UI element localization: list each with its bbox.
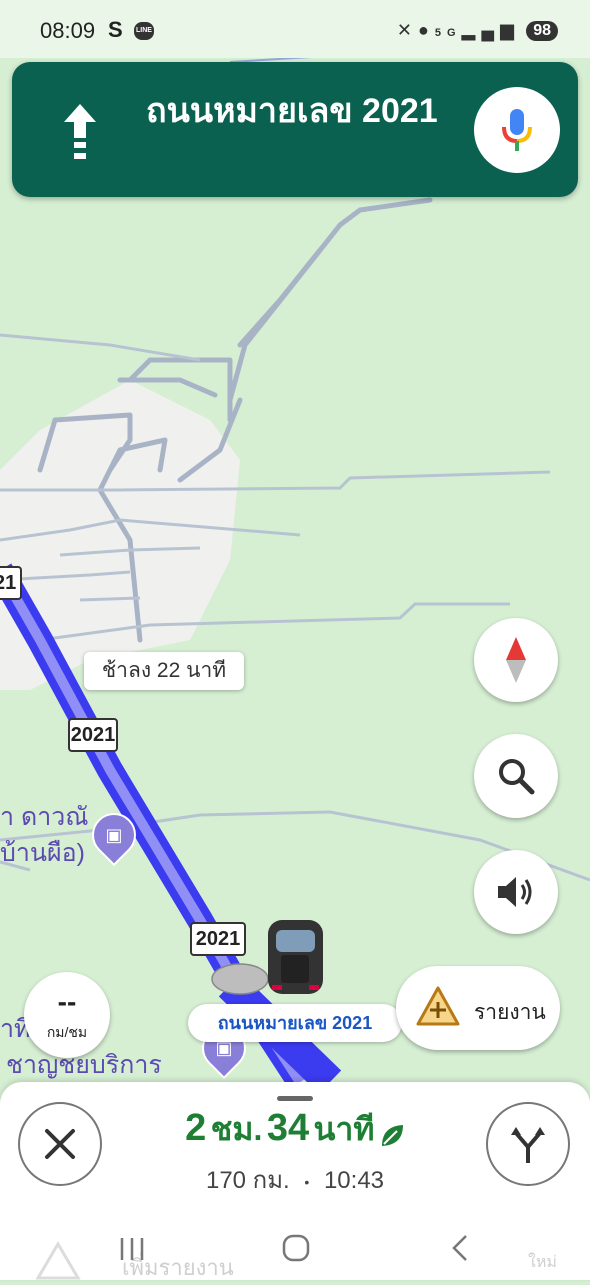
sheet-drag-handle[interactable] (277, 1096, 313, 1101)
traffic-delay-callout[interactable]: ช้าลง 22 นาที (84, 652, 244, 690)
s-app-icon: S (108, 17, 123, 42)
home-icon[interactable] (276, 1228, 316, 1268)
route-split-icon (511, 1127, 545, 1163)
trip-separator: • (304, 1173, 310, 1190)
location-icon: ● (417, 20, 435, 40)
volume-icon (498, 877, 532, 907)
leaf-icon (381, 1124, 403, 1146)
trip-distance: 170 กม. (205, 1167, 290, 1194)
back-icon[interactable] (442, 1228, 482, 1268)
google-mic-icon (502, 109, 532, 151)
signal-icon: ▂▄▆ (461, 20, 520, 40)
eta-minutes: 34 (266, 1107, 310, 1149)
report-add-icon (416, 986, 460, 1026)
report-label: รายงาน (474, 1001, 546, 1024)
eta-hours: 2 (185, 1107, 207, 1149)
speed-value: -- (57, 986, 77, 1017)
alternate-routes-button[interactable] (486, 1102, 570, 1186)
status-bar: 08:09 S LINE ✕●5G▂▄▆ 98 (0, 0, 590, 58)
voice-search-button[interactable] (474, 87, 560, 173)
next-street-name: ถนนหมายเลข 2021 (146, 92, 438, 130)
route-shield: 2021 (68, 718, 118, 752)
status-time: 08:09 (40, 18, 96, 43)
search-icon (499, 759, 535, 795)
eta-minutes-unit: นาที (313, 1111, 375, 1147)
compass-icon (506, 637, 526, 683)
arrival-time: 10:43 (323, 1167, 385, 1194)
poi-label[interactable]: บ้านผือ) (0, 836, 85, 870)
speedometer[interactable]: -- กม/ชม (24, 972, 110, 1058)
sound-button[interactable] (474, 850, 558, 934)
arrow-straight-icon (64, 104, 96, 159)
5g-icon: 5G (434, 27, 462, 39)
poi-label[interactable]: า ดาวณั (0, 800, 89, 834)
mute-vibrate-icon: ✕ (396, 20, 418, 40)
recents-icon[interactable] (112, 1228, 152, 1268)
report-button[interactable]: รายงาน (396, 966, 560, 1050)
car-position-icon (268, 920, 323, 994)
search-button[interactable] (474, 734, 558, 818)
battery-indicator: 98 (526, 21, 558, 41)
compass-button[interactable] (474, 618, 558, 702)
navigation-banner[interactable]: ถนนหมายเลข 2021 (12, 62, 578, 197)
eta-hours-unit: ชม. (210, 1111, 263, 1147)
current-road-label: ถนนหมายเลข 2021 (188, 1004, 402, 1042)
line-app-icon: LINE (134, 22, 154, 40)
route-shield-number: 2021 (0, 572, 17, 594)
route-shield: 2021 (0, 566, 22, 600)
system-navigation-bar (0, 1222, 590, 1272)
route-shield: 2021 (190, 922, 246, 956)
speed-unit: กม/ชม (46, 1024, 88, 1040)
status-icons: ✕●5G▂▄▆ (397, 20, 520, 41)
